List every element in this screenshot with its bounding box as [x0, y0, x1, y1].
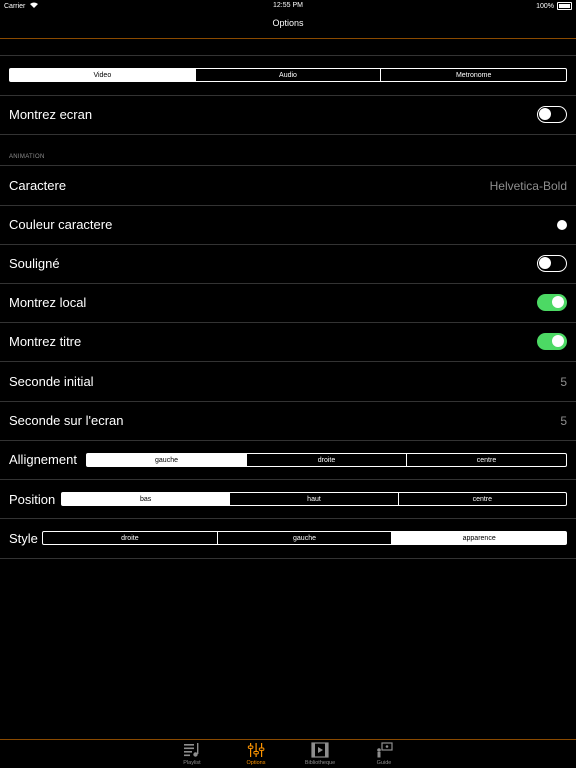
- position-bas[interactable]: bas: [62, 493, 230, 505]
- alignement-centre[interactable]: centre: [406, 454, 566, 466]
- divider: [0, 55, 576, 56]
- couleur-row[interactable]: Couleur caractere: [9, 205, 567, 244]
- section-header-animation: ANIMATION: [9, 154, 45, 160]
- seconde-initial-value: 5: [560, 374, 567, 389]
- position-segmented[interactable]: bas haut centre: [61, 492, 567, 506]
- couleur-label: Couleur caractere: [9, 217, 113, 232]
- caractere-label: Caractere: [9, 178, 67, 193]
- tab-guide[interactable]: Guide: [364, 740, 404, 768]
- local-row: Montrez local: [9, 283, 567, 322]
- status-bar: Carrier 12:55 PM 100%: [0, 0, 576, 13]
- show-screen-label: Montrez ecran: [9, 107, 93, 122]
- alignement-segmented[interactable]: gauche droite centre: [86, 453, 567, 467]
- playlist-icon: [184, 743, 199, 757]
- nav-divider: [0, 38, 576, 39]
- tab-options[interactable]: Options: [236, 740, 276, 768]
- presenter-icon: [377, 742, 393, 758]
- battery-indicator: 100%: [536, 2, 572, 10]
- style-apparence[interactable]: apparence: [391, 532, 567, 544]
- tab-bar: Playlist Options Bibliotheque Guide: [0, 739, 576, 768]
- titre-toggle[interactable]: [537, 333, 567, 350]
- souligne-toggle[interactable]: [537, 255, 567, 272]
- segment-video[interactable]: Video: [10, 69, 195, 81]
- souligne-row: Souligné: [9, 244, 567, 283]
- sliders-icon: [247, 743, 265, 757]
- seconde-initial-row[interactable]: Seconde initial 5: [9, 362, 567, 401]
- seconde-initial-label: Seconde initial: [9, 374, 94, 389]
- segment-metronome[interactable]: Metronome: [380, 69, 566, 81]
- page-title: Options: [272, 18, 304, 28]
- tab-bibliotheque[interactable]: Bibliotheque: [300, 740, 340, 768]
- position-centre[interactable]: centre: [397, 493, 566, 505]
- titre-label: Montrez titre: [9, 334, 82, 349]
- titre-row: Montrez titre: [9, 322, 567, 361]
- caractere-value: Helvetica-Bold: [489, 178, 567, 193]
- color-swatch[interactable]: [557, 219, 567, 230]
- souligne-label: Souligné: [9, 256, 60, 271]
- divider: [0, 134, 576, 135]
- divider: [0, 558, 576, 559]
- status-time: 12:55 PM: [273, 2, 303, 9]
- local-label: Montrez local: [9, 295, 87, 310]
- show-screen-toggle[interactable]: [537, 106, 567, 123]
- seconde-ecran-value: 5: [560, 413, 567, 428]
- alignement-label: Allignement: [9, 452, 77, 467]
- style-gauche[interactable]: gauche: [216, 532, 392, 544]
- position-label: Position: [9, 492, 56, 507]
- caractere-row[interactable]: Caractere Helvetica-Bold: [9, 166, 567, 205]
- seconde-ecran-label: Seconde sur l'ecran: [9, 413, 124, 428]
- seconde-ecran-row[interactable]: Seconde sur l'ecran 5: [9, 401, 567, 440]
- show-screen-row: Montrez ecran: [9, 95, 567, 134]
- alignement-droite[interactable]: droite: [246, 454, 406, 466]
- options-category-segmented[interactable]: Video Audio Metronome: [9, 68, 567, 82]
- style-label: Style: [9, 531, 38, 546]
- film-icon: [311, 742, 329, 758]
- tab-playlist[interactable]: Playlist: [172, 740, 212, 768]
- segment-audio[interactable]: Audio: [194, 69, 381, 81]
- position-haut[interactable]: haut: [229, 493, 397, 505]
- style-droite[interactable]: droite: [43, 532, 217, 544]
- style-segmented[interactable]: droite gauche apparence: [42, 531, 567, 545]
- local-toggle[interactable]: [537, 294, 567, 311]
- battery-icon: [557, 2, 572, 10]
- alignement-gauche[interactable]: gauche: [87, 454, 246, 466]
